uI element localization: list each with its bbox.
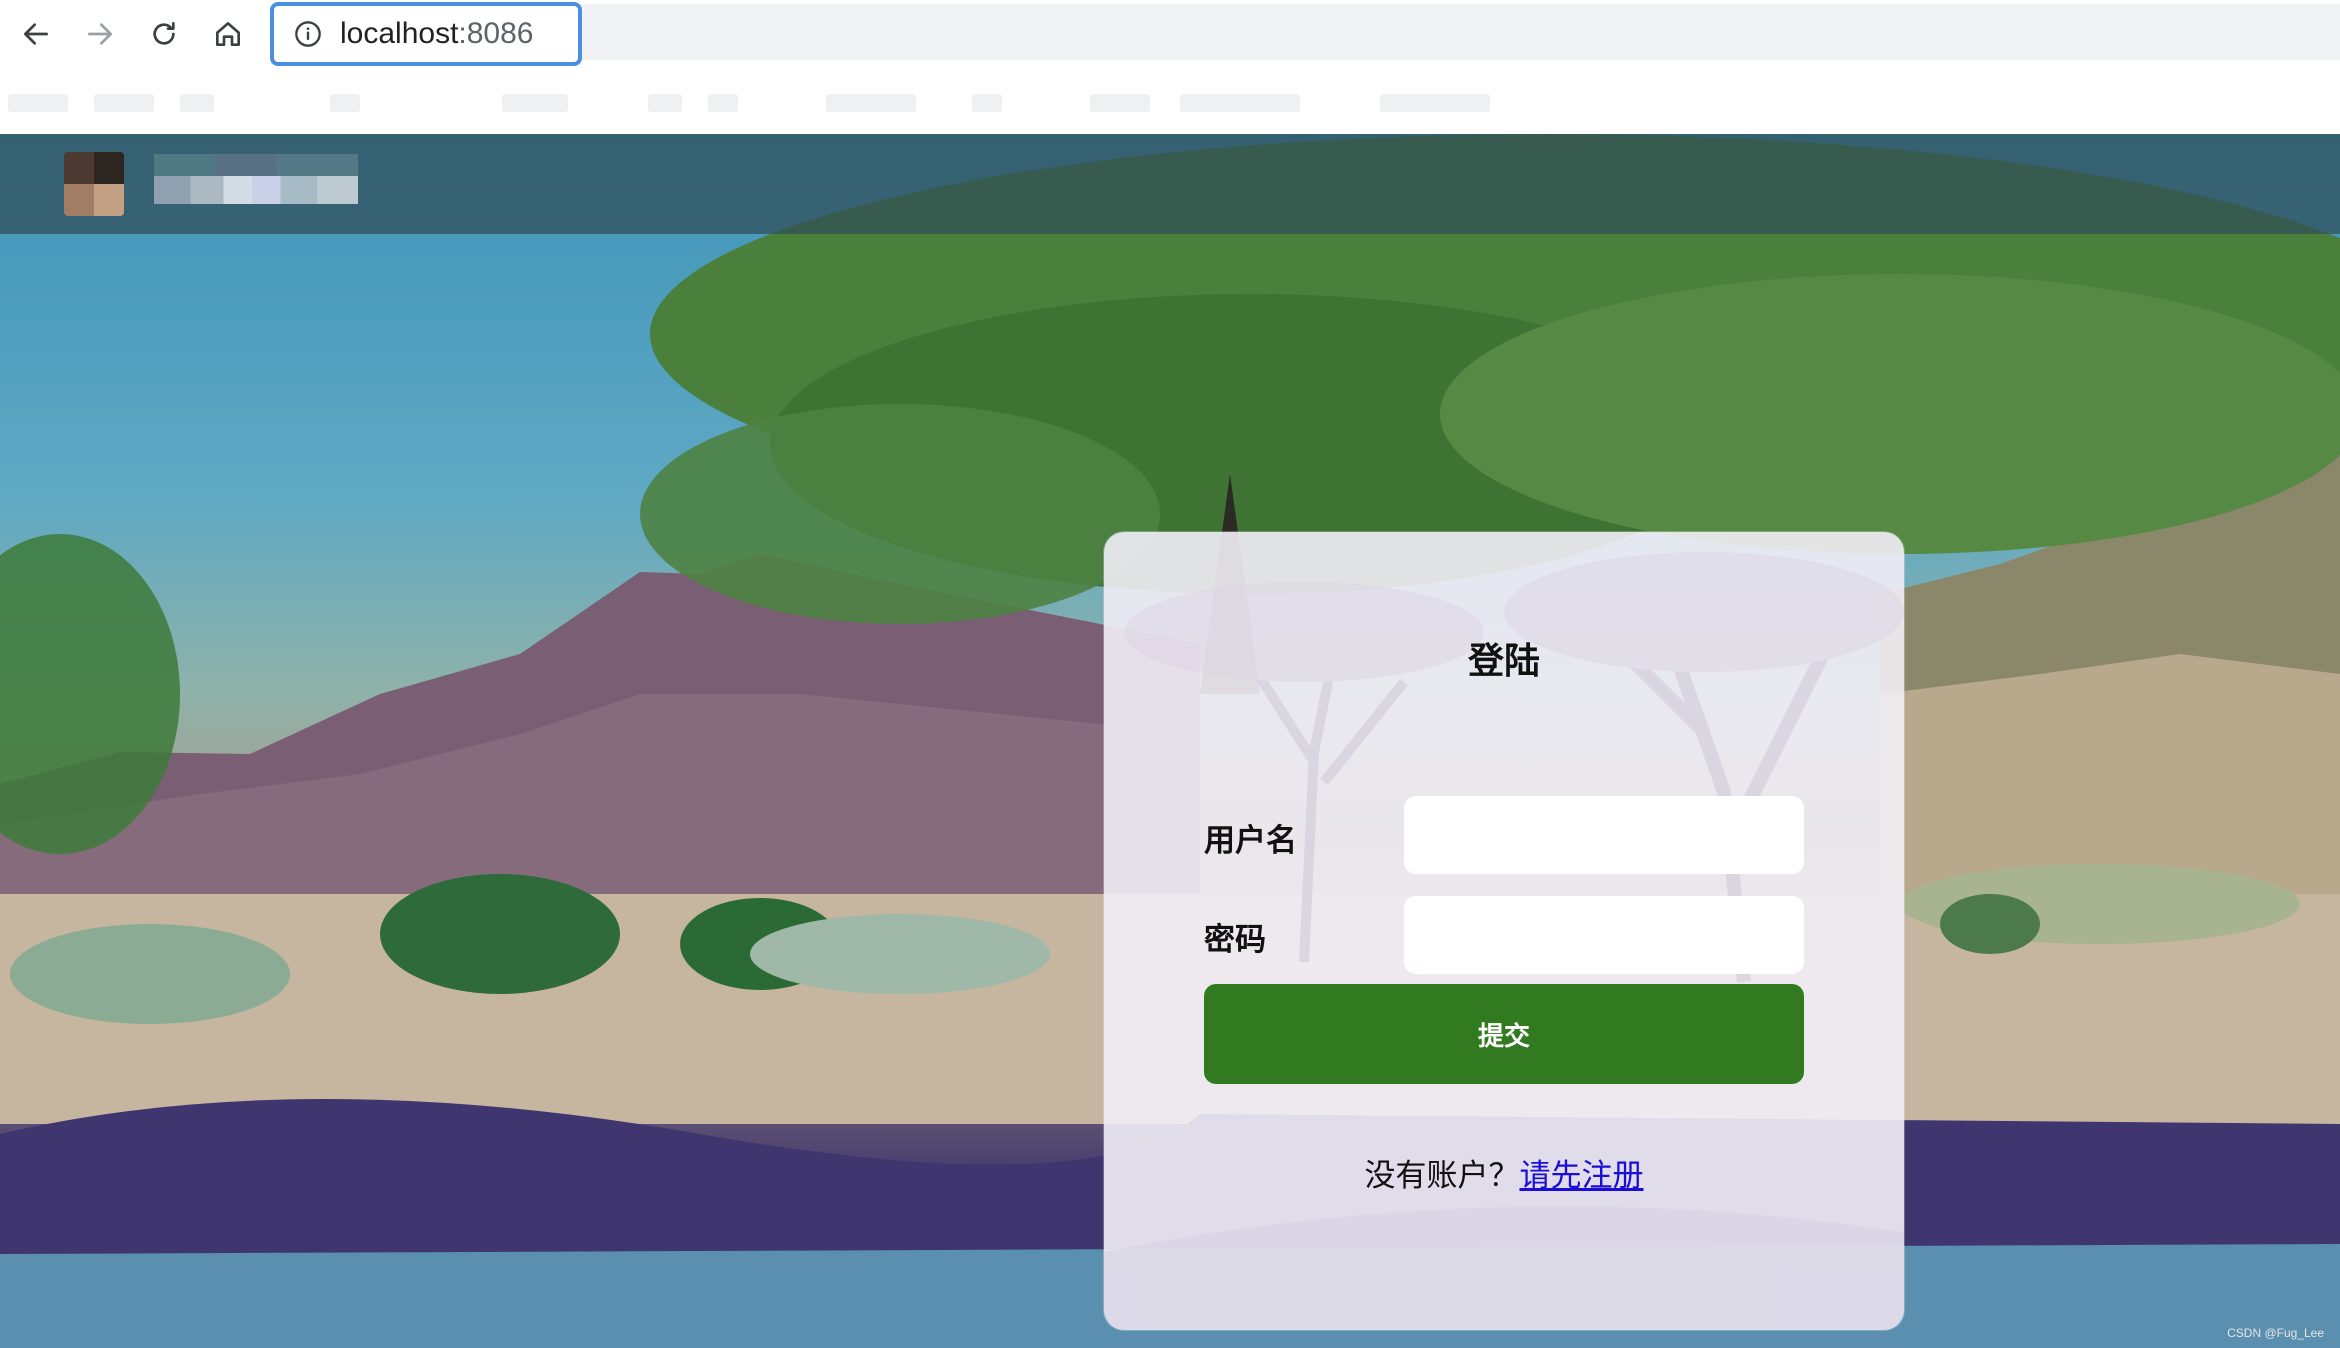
- bookmark-item[interactable]: [8, 94, 68, 112]
- login-page: 登陆 用户名 密码 提交 没有账户？请先注册 CSDN @Fug_Lee: [0, 134, 2340, 1348]
- password-label: 密码: [1204, 922, 1266, 958]
- url-port: :8086: [458, 17, 534, 50]
- forward-button[interactable]: [78, 12, 122, 56]
- reload-button[interactable]: [142, 12, 186, 56]
- site-header: [0, 134, 2340, 234]
- password-input[interactable]: [1404, 896, 1804, 974]
- browser-chrome: localhost:8086: [0, 0, 2340, 134]
- browser-toolbar: localhost:8086: [0, 0, 2340, 68]
- home-icon: [216, 22, 240, 46]
- arrow-left-icon: [24, 23, 48, 45]
- address-bar-background: [272, 4, 2340, 60]
- site-name-blurred[interactable]: [154, 176, 358, 204]
- url-text: localhost:8086: [340, 17, 533, 51]
- reload-icon: [153, 22, 175, 45]
- info-icon[interactable]: [294, 20, 322, 48]
- watermark: CSDN @Fug_Lee: [2227, 1326, 2324, 1340]
- home-button[interactable]: [206, 12, 250, 56]
- bookmark-item[interactable]: [826, 94, 916, 112]
- bookmark-item[interactable]: [1380, 94, 1490, 112]
- bookmark-item[interactable]: [502, 94, 568, 112]
- address-bar[interactable]: localhost:8086: [270, 2, 582, 66]
- bookmark-item[interactable]: [94, 94, 154, 112]
- submit-button[interactable]: 提交: [1204, 984, 1804, 1084]
- bookmarks-bar: [0, 86, 2340, 120]
- register-prompt: 没有账户？: [1364, 1158, 1520, 1194]
- site-logo[interactable]: [64, 152, 124, 216]
- site-name-blurred-top: [154, 154, 358, 176]
- username-label: 用户名: [1204, 823, 1297, 859]
- url-host: localhost: [340, 17, 459, 50]
- bookmark-item[interactable]: [972, 94, 1002, 112]
- username-input[interactable]: [1404, 796, 1804, 874]
- arrow-right-icon: [88, 23, 112, 45]
- bookmark-item[interactable]: [330, 94, 360, 112]
- register-prompt-line: 没有账户？请先注册: [1104, 1150, 1904, 1195]
- bookmark-item[interactable]: [1090, 94, 1150, 112]
- login-title: 登陆: [1467, 641, 1540, 682]
- bookmark-item[interactable]: [180, 94, 214, 112]
- bookmark-item[interactable]: [708, 94, 738, 112]
- register-link[interactable]: 请先注册: [1520, 1158, 1644, 1194]
- bookmark-item[interactable]: [648, 94, 682, 112]
- bookmark-item[interactable]: [1180, 94, 1300, 112]
- back-button[interactable]: [14, 12, 58, 56]
- login-card: 登陆 用户名 密码 提交 没有账户？请先注册: [1104, 532, 1904, 1330]
